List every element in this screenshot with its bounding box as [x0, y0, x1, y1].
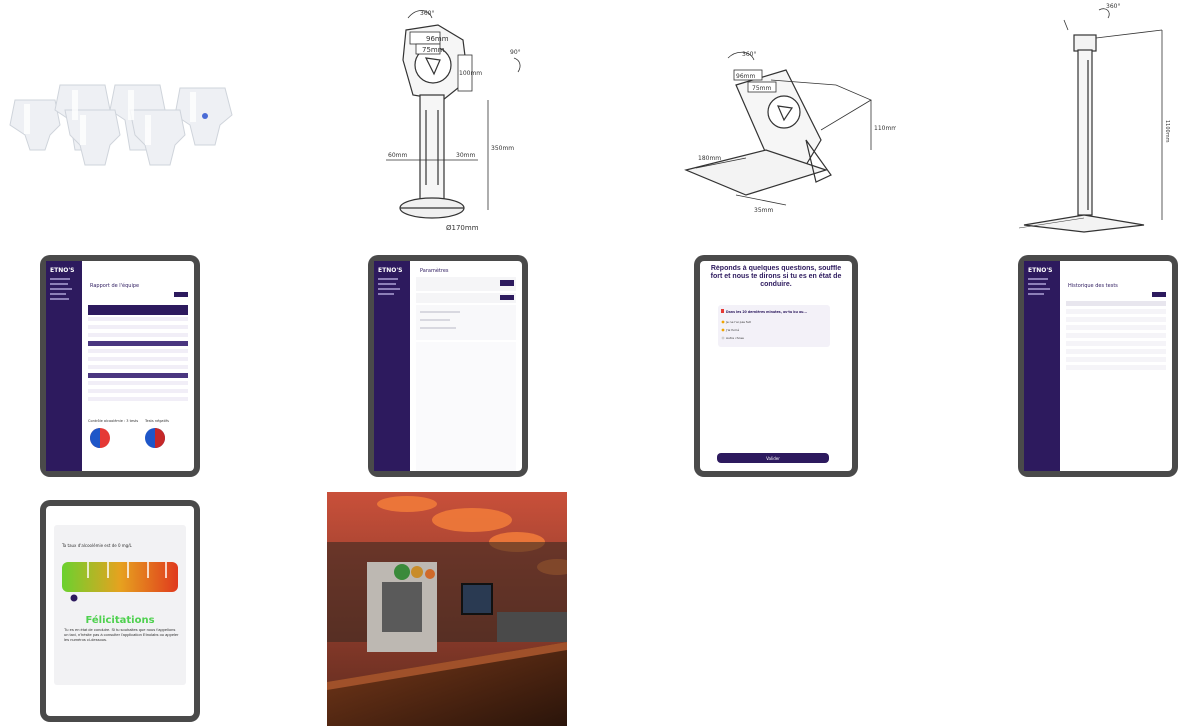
page-title: Historique des tests [1068, 283, 1118, 289]
dimension-label: 360° [420, 10, 434, 17]
chart-caption: Contrôle alcoolémie : 3 tests [88, 419, 138, 423]
dimension-label: 60mm [388, 152, 407, 159]
dimension-label: 360° [1106, 3, 1120, 10]
answer-option[interactable]: Je ne l'ai pas fait [725, 320, 752, 324]
dimension-label: 350mm [491, 145, 514, 152]
dimension-label: 110mm [874, 125, 896, 132]
brand-logo: ETNO'S [50, 267, 74, 274]
alcohol-meter [62, 562, 178, 592]
question-heading: Réponds à quelques questions, souffle fo… [710, 265, 842, 288]
result-intro: Ta taux d'alcoolémie est de 0 mg/L [61, 543, 133, 548]
dimension-label: 30mm [456, 152, 475, 159]
question-text: Dans les 20 dernières minutes, as-tu bu … [726, 310, 807, 314]
dimension-label: 75mm [752, 85, 771, 92]
tablet-history-screenshot[interactable]: ETNO'S Historique des tests [984, 245, 1182, 485]
meter-indicator [70, 594, 78, 602]
dimension-label: 180mm [698, 155, 721, 162]
desk-stand-drawing[interactable]: 96mm 75mm 110mm 180mm 35mm 360° [656, 0, 896, 240]
brand-logo: ETNO'S [1028, 267, 1052, 274]
tablet-result-screenshot[interactable]: Ta taux d'alcoolémie est de 0 mg/L Félic… [0, 490, 240, 726]
gallery: 96mm 75mm 100mm 350mm 60mm 30mm Ø170mm 3… [0, 0, 1182, 726]
stand-drawing[interactable]: 96mm 75mm 100mm 350mm 60mm 30mm Ø170mm 3… [328, 0, 568, 240]
brand-logo: ETNO'S [378, 267, 402, 274]
tablet-settings-screenshot[interactable]: ETNO'S Paramètres [328, 245, 568, 485]
page-title: Paramètres [420, 267, 449, 274]
dimension-label: 75mm [422, 46, 445, 54]
tablet-report-screenshot[interactable]: ETNO'S Rapport de l'équipe Contrôle alco… [0, 245, 240, 485]
result-message: Tu es en état de conduire. Si tu souhait… [64, 627, 179, 642]
tablet-questions-screenshot[interactable]: Réponds à quelques questions, souffle fo… [656, 245, 896, 485]
floor-stand-drawing[interactable]: 360° 1100mm [984, 0, 1182, 240]
dimension-label: 90° [510, 49, 521, 56]
dimension-label: 100mm [459, 70, 482, 77]
result-title: Félicitations [85, 614, 154, 626]
submit-button-label: Valider [766, 456, 780, 461]
dispensers-image[interactable] [0, 0, 240, 240]
answer-option[interactable]: Autre chose [726, 336, 744, 340]
dimension-label: 35mm [754, 207, 773, 214]
page-title: Rapport de l'équipe [90, 282, 139, 289]
dimension-label: 1100mm [1164, 120, 1170, 143]
dimension-label: 96mm [426, 35, 449, 43]
dimension-label: 360° [742, 51, 756, 58]
chart-caption: Tests négatifs [144, 419, 169, 423]
dimension-label: 96mm [736, 73, 755, 80]
dimension-label: Ø170mm [446, 224, 479, 232]
bar-photo[interactable] [327, 492, 567, 726]
answer-option[interactable]: J'ai fumé [725, 328, 739, 332]
